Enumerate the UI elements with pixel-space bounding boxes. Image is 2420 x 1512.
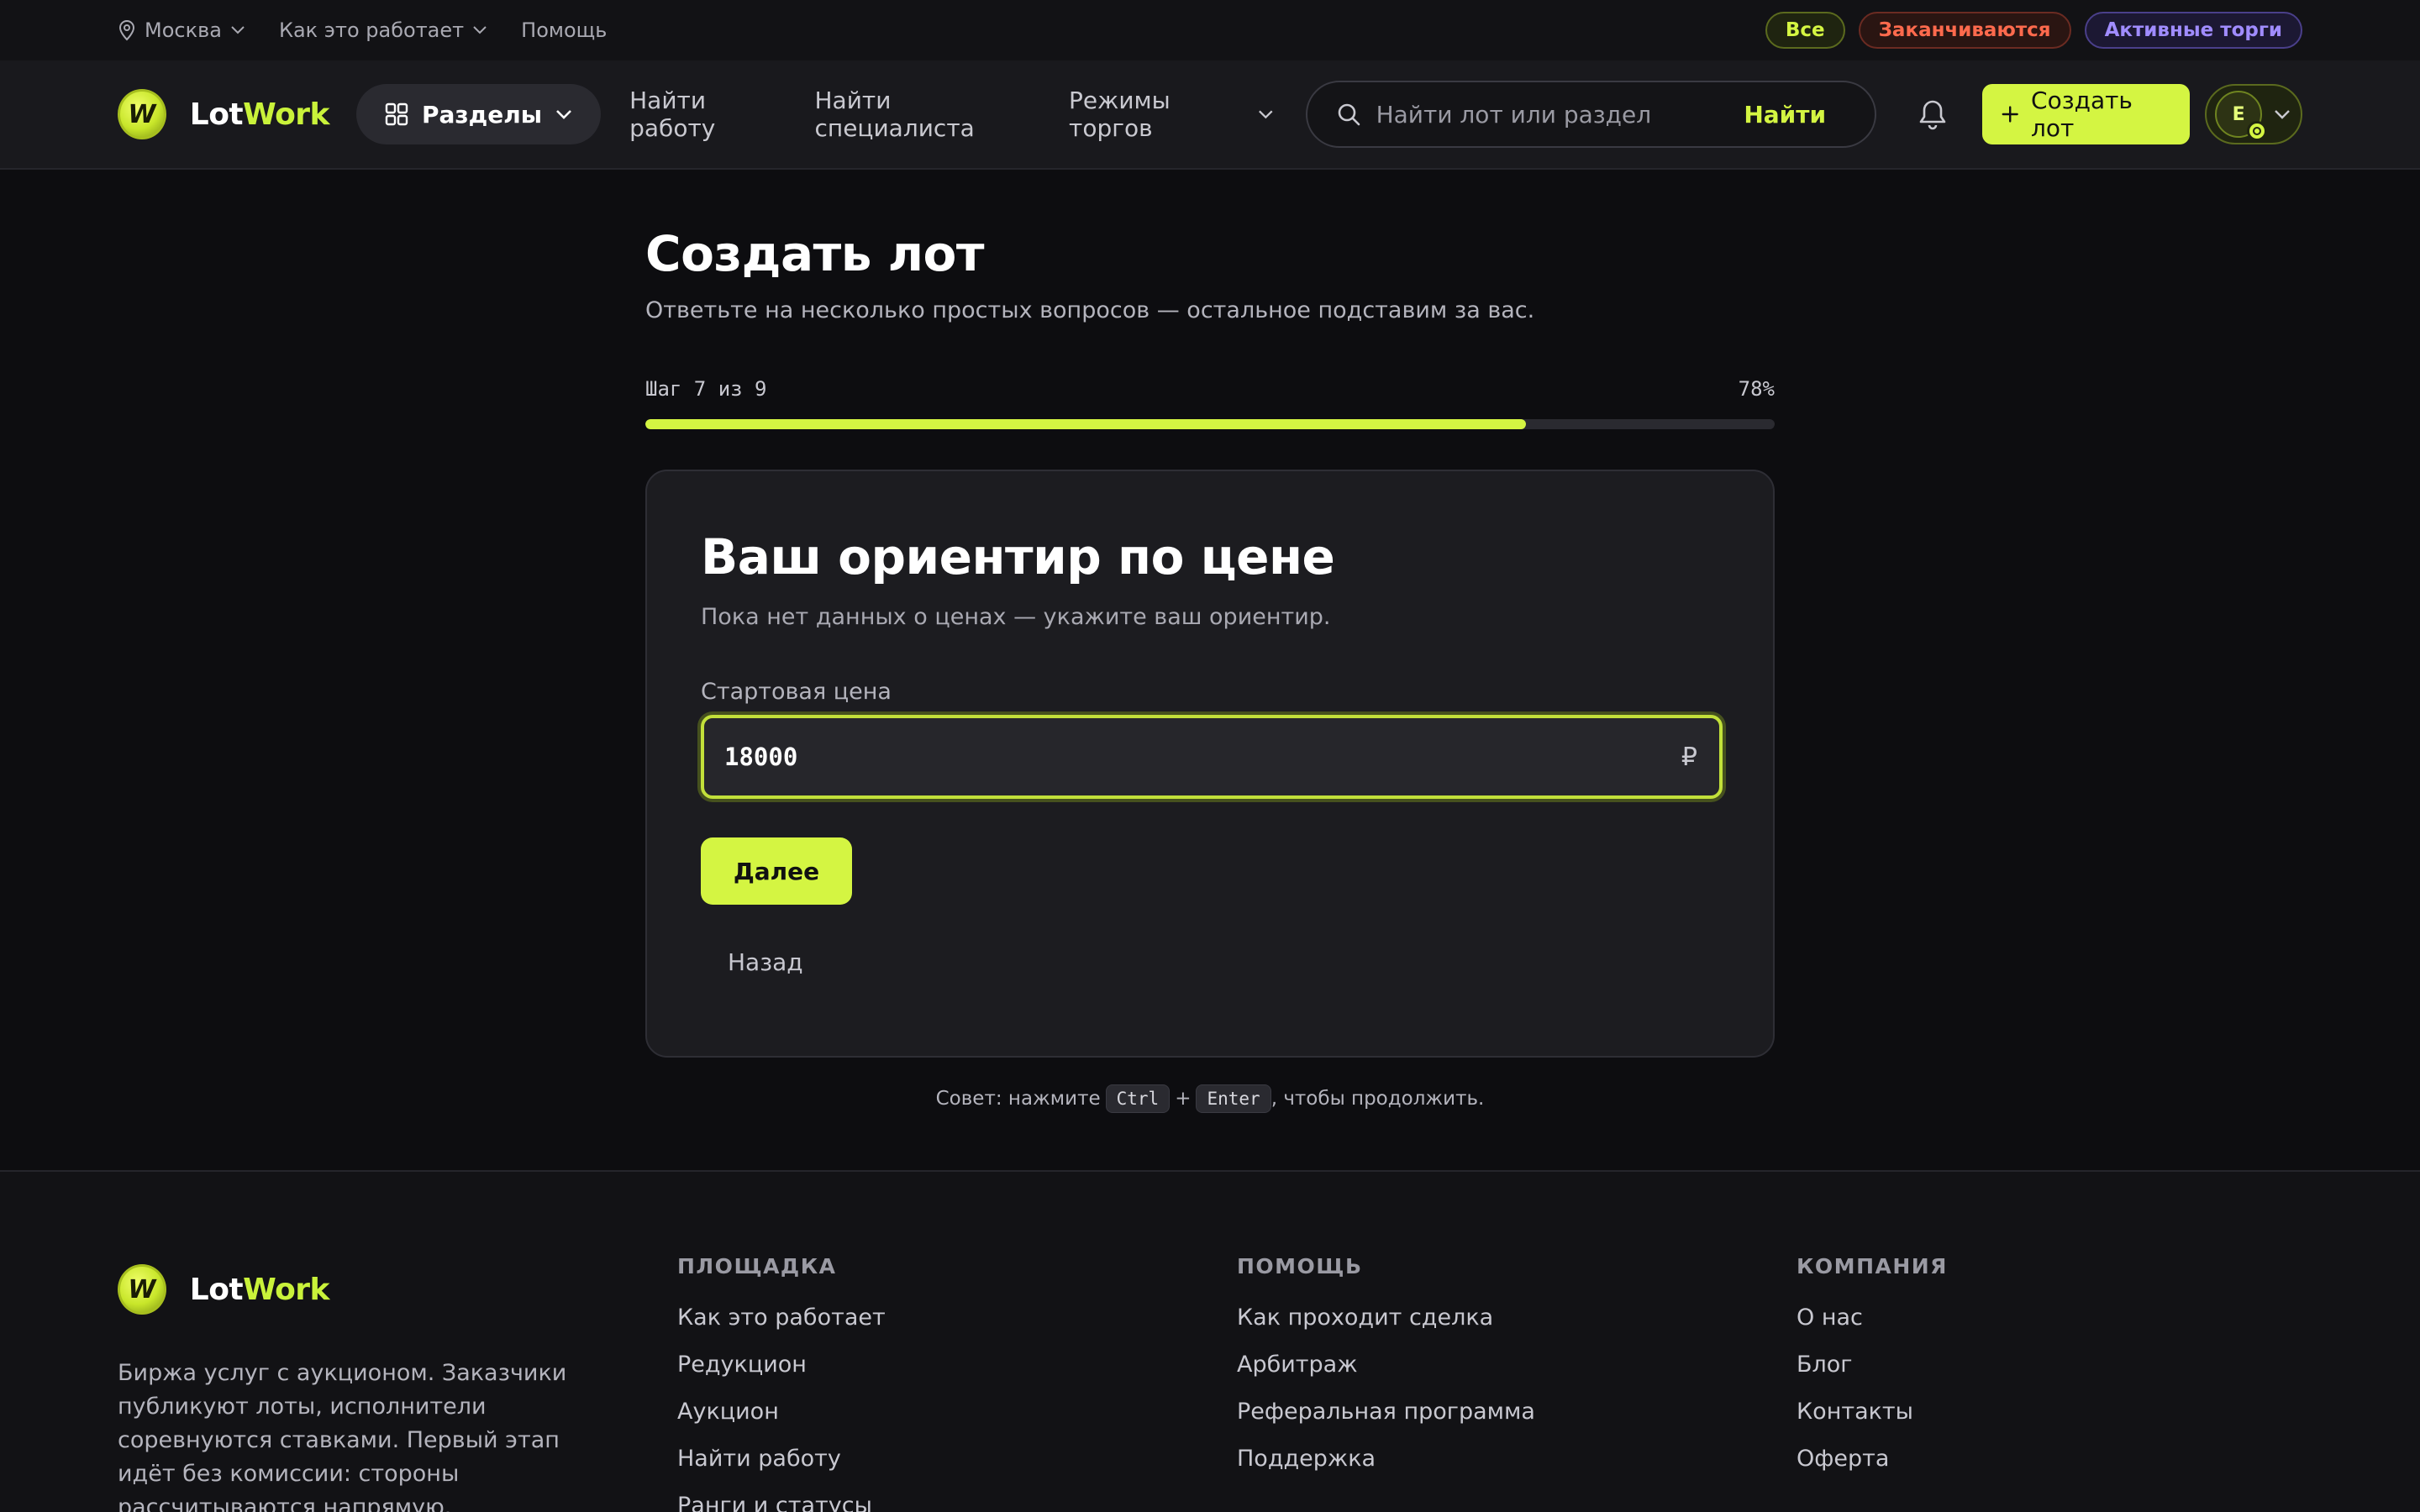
- how-it-works-menu[interactable]: Как это работает: [279, 18, 487, 42]
- user-menu-button[interactable]: E: [2205, 84, 2302, 144]
- footer-col-title: ПОМОЩЬ: [1237, 1254, 1363, 1278]
- logo-mark-icon: W: [118, 89, 166, 139]
- location-pin-icon: [118, 19, 135, 41]
- create-lot-wizard: Создать лот Ответьте на несколько просты…: [645, 170, 1775, 1113]
- page-title: Создать лот: [645, 225, 985, 282]
- sections-button[interactable]: Разделы: [356, 84, 602, 144]
- footer-link[interactable]: Арбитраж: [1237, 1351, 1535, 1379]
- footer-col-company: КОМПАНИЯ О нас Блог Контакты Оферта: [1797, 1254, 1948, 1473]
- bell-icon: [1919, 100, 1946, 130]
- kbd-ctrl: Ctrl: [1105, 1084, 1171, 1113]
- plus-icon: [2002, 106, 2018, 123]
- nav-find-specialist[interactable]: Найти специалиста: [815, 87, 1043, 142]
- main-nav: Найти работу Найти специалиста Режимы то…: [629, 87, 1273, 142]
- footer-col-platform: ПЛОЩАДКА Как это работает Редукцион Аукц…: [677, 1254, 886, 1512]
- search-bar: Найти: [1305, 81, 1877, 148]
- chevron-down-icon: [556, 110, 572, 119]
- footer-description: Биржа услуг с аукционом. Заказчики публи…: [118, 1360, 567, 1512]
- top-utility-bar: Москва Как это работает Помощь Все Закан…: [0, 0, 2420, 60]
- step-label: Шаг 7 из 9: [645, 377, 767, 401]
- card-subtitle: Пока нет данных о ценах — укажите ваш ор…: [701, 604, 1331, 630]
- price-field: ₽: [701, 715, 1723, 799]
- footer-link[interactable]: Найти работу: [677, 1445, 886, 1473]
- footer-link[interactable]: Оферта: [1797, 1445, 1948, 1473]
- footer-link[interactable]: Редукцион: [677, 1351, 886, 1379]
- nav-trade-modes[interactable]: Режимы торгов: [1069, 87, 1274, 142]
- logo[interactable]: W LotWork: [118, 89, 329, 139]
- city-selector[interactable]: Москва: [118, 18, 245, 42]
- create-lot-button[interactable]: Создать лот: [1981, 84, 2191, 144]
- progress-percent: 78%: [1738, 377, 1775, 401]
- back-button[interactable]: Назад: [728, 948, 803, 976]
- footer-link[interactable]: Ранги и статусы: [677, 1492, 886, 1512]
- footer-link[interactable]: Блог: [1797, 1351, 1948, 1379]
- logo-work: Work: [243, 97, 329, 132]
- filter-active-pill[interactable]: Активные торги: [2084, 12, 2302, 49]
- keyboard-tip: Совет: нажмите Ctrl + Enter , чтобы прод…: [645, 1084, 1775, 1113]
- chevron-down-icon: [473, 26, 487, 34]
- sections-label: Разделы: [422, 100, 543, 129]
- price-step-card: Ваш ориентир по цене Пока нет данных о ц…: [645, 470, 1775, 1058]
- page-subtitle: Ответьте на несколько простых вопросов —…: [645, 297, 1535, 323]
- topbar-filters: Все Заканчиваются Активные торги: [1765, 12, 2302, 49]
- filter-all-pill[interactable]: Все: [1765, 12, 1845, 49]
- notifications-button[interactable]: [1917, 97, 1949, 131]
- search-icon: [1338, 103, 1360, 126]
- topbar-left: Москва Как это работает Помощь: [118, 18, 607, 42]
- progress-bar: [645, 419, 1775, 429]
- footer-col-title: ПЛОЩАДКА: [677, 1254, 837, 1278]
- step-indicator: Шаг 7 из 9 78%: [645, 377, 1775, 401]
- logo-lot: Lot: [189, 1272, 244, 1307]
- footer-link[interactable]: Поддержка: [1237, 1445, 1535, 1473]
- footer-link[interactable]: Аукцион: [677, 1398, 886, 1426]
- create-lot-label: Создать лот: [2031, 87, 2133, 142]
- filter-ending-pill[interactable]: Заканчиваются: [1858, 12, 2071, 49]
- avatar-initial: E: [2232, 103, 2245, 125]
- nav-find-work[interactable]: Найти работу: [629, 87, 787, 142]
- search-button[interactable]: Найти: [1744, 101, 1848, 129]
- kbd-enter: Enter: [1196, 1084, 1271, 1113]
- grid-icon: [385, 102, 408, 126]
- footer-link[interactable]: Как проходит сделка: [1237, 1304, 1535, 1332]
- footer: W LotWork Биржа услуг с аукционом. Заказ…: [0, 1170, 2420, 1512]
- search-input[interactable]: [1376, 100, 1729, 129]
- footer-logo[interactable]: W LotWork: [118, 1264, 329, 1315]
- city-label: Москва: [145, 18, 222, 42]
- logo-lot: Lot: [189, 97, 244, 132]
- card-title: Ваш ориентир по цене: [701, 528, 1335, 585]
- footer-link[interactable]: Контакты: [1797, 1398, 1948, 1426]
- tip-suffix: , чтобы продолжить.: [1270, 1088, 1485, 1110]
- ruble-icon: ₽: [1681, 742, 1697, 772]
- footer-col-title: КОМПАНИЯ: [1797, 1254, 1948, 1278]
- logo-text: LotWork: [189, 97, 330, 132]
- main-header: W LotWork Разделы Найти работу Найти спе…: [0, 60, 2420, 170]
- avatar: E: [2215, 91, 2268, 141]
- help-link[interactable]: Помощь: [521, 18, 607, 42]
- how-it-works-label: Как это работает: [278, 18, 465, 42]
- logo-text: LotWork: [189, 1272, 330, 1307]
- footer-link[interactable]: О нас: [1797, 1304, 1948, 1332]
- footer-link[interactable]: Как это работает: [677, 1304, 886, 1332]
- tip-plus: +: [1175, 1088, 1192, 1110]
- footer-link[interactable]: Реферальная программа: [1237, 1398, 1535, 1426]
- chevron-down-icon: [1259, 110, 1273, 119]
- logo-work: Work: [243, 1272, 329, 1307]
- start-price-input[interactable]: [724, 743, 1681, 771]
- logo-mark-icon: W: [118, 1264, 166, 1315]
- chevron-down-icon: [2275, 110, 2290, 119]
- price-field-label: Стартовая цена: [701, 679, 892, 705]
- settings-badge-icon: [2247, 121, 2268, 141]
- chevron-down-icon: [231, 26, 245, 34]
- footer-col-help: ПОМОЩЬ Как проходит сделка Арбитраж Рефе…: [1237, 1254, 1535, 1473]
- next-button[interactable]: Далее: [701, 837, 852, 905]
- trade-modes-label: Режимы торгов: [1069, 87, 1171, 142]
- footer-brand: W LotWork Биржа услуг с аукционом. Заказ…: [118, 1264, 622, 1512]
- tip-prefix: Совет: нажмите: [935, 1088, 1101, 1110]
- progress-fill: [645, 419, 1527, 429]
